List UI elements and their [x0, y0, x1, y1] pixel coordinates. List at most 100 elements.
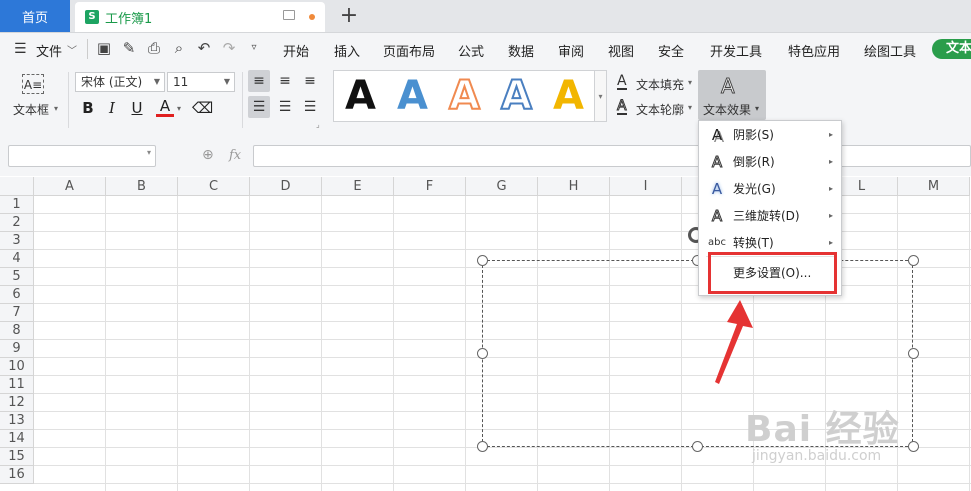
chevron-down-icon[interactable]: ﹀ — [67, 42, 77, 57]
row-header-2[interactable]: 2 — [0, 214, 34, 232]
dialog-launcher-icon[interactable]: ⌟ — [316, 120, 320, 129]
tab-home[interactable]: 首页 — [0, 0, 70, 32]
row-header-16[interactable]: 16 — [0, 466, 34, 484]
row-header-3[interactable]: 3 — [0, 232, 34, 250]
menu-item-glow[interactable]: A 发光(G) ▸ — [698, 175, 842, 202]
undo-icon[interactable]: ↶ — [195, 39, 213, 57]
underline-button[interactable]: U — [128, 99, 146, 117]
textbox-icon[interactable]: A≡ — [22, 74, 44, 94]
column-header-F[interactable]: F — [394, 177, 466, 196]
save-icon[interactable]: ▣ — [95, 39, 113, 57]
row-header-4[interactable]: 4 — [0, 250, 34, 268]
textbox-label[interactable]: 文本框 — [13, 101, 49, 118]
italic-button[interactable]: I — [103, 99, 121, 117]
resize-handle-e[interactable] — [908, 348, 919, 359]
row-header-7[interactable]: 7 — [0, 304, 34, 322]
format-painter-icon[interactable]: ✎ — [120, 39, 138, 57]
bold-button[interactable]: B — [79, 99, 97, 117]
row-header-5[interactable]: 5 — [0, 268, 34, 286]
text-outline-icon[interactable]: A — [617, 99, 627, 115]
align-top-button[interactable]: ≡ — [248, 70, 270, 92]
text-outline-button[interactable]: 文本轮廓 — [636, 101, 684, 118]
row-header-1[interactable]: 1 — [0, 196, 34, 214]
resize-handle-nw[interactable] — [477, 255, 488, 266]
hamburger-icon[interactable]: ☰ — [14, 41, 27, 57]
spreadsheet-icon: S — [85, 10, 99, 24]
resize-handle-w[interactable] — [477, 348, 488, 359]
tab-workbook[interactable]: S 工作簿1 — [75, 2, 325, 32]
menu-data[interactable]: 数据 — [508, 41, 534, 60]
menu-start[interactable]: 开始 — [283, 41, 309, 60]
zoom-search-icon[interactable]: ⊕ — [202, 147, 214, 163]
text-fill-icon[interactable]: A — [617, 74, 627, 90]
menu-security[interactable]: 安全 — [658, 41, 684, 60]
add-tab-button[interactable]: + — [338, 4, 360, 28]
resize-handle-se[interactable] — [908, 441, 919, 452]
print-icon[interactable]: ⎙ — [145, 39, 163, 57]
column-header-D[interactable]: D — [250, 177, 322, 196]
align-right-button[interactable]: ☰ — [299, 96, 321, 118]
row-header-8[interactable]: 8 — [0, 322, 34, 340]
menu-item-reflection[interactable]: A 倒影(R) ▸ — [698, 148, 842, 175]
chevron-down-icon[interactable]: ▾ — [688, 78, 692, 87]
row-header-9[interactable]: 9 — [0, 340, 34, 358]
font-name-select[interactable]: 宋体 (正文) ▼ — [75, 72, 165, 92]
formula-input[interactable] — [253, 145, 971, 167]
align-left-button[interactable]: ☰ — [248, 96, 270, 118]
row-header-15[interactable]: 15 — [0, 448, 34, 466]
gallery-style-orange-outline[interactable]: A — [448, 75, 481, 117]
gallery-style-gold[interactable]: A — [553, 76, 584, 116]
tab-text-tools[interactable]: 文本 — [932, 39, 971, 59]
name-box[interactable]: ▾ — [8, 145, 156, 167]
menu-formula[interactable]: 公式 — [458, 41, 484, 60]
align-middle-button[interactable]: ≡ — [274, 70, 296, 92]
column-header-H[interactable]: H — [538, 177, 610, 196]
row-header-6[interactable]: 6 — [0, 286, 34, 304]
resize-handle-ne[interactable] — [908, 255, 919, 266]
menu-view[interactable]: 视图 — [608, 41, 634, 60]
font-color-dropdown-icon[interactable]: ▾ — [177, 104, 181, 113]
font-size-select[interactable]: 11 ▼ — [167, 72, 235, 92]
menu-features[interactable]: 特色应用 — [788, 41, 840, 60]
text-fill-button[interactable]: 文本填充 — [636, 76, 684, 93]
row-header-14[interactable]: 14 — [0, 430, 34, 448]
gallery-more-button[interactable]: ▾ — [595, 70, 607, 122]
menu-page-layout[interactable]: 页面布局 — [383, 41, 435, 60]
gallery-style-black[interactable]: A — [345, 76, 376, 116]
row-header-12[interactable]: 12 — [0, 394, 34, 412]
row-header-13[interactable]: 13 — [0, 412, 34, 430]
customize-toolbar-icon[interactable]: ▿ — [245, 39, 263, 57]
resize-handle-s[interactable] — [692, 441, 703, 452]
gallery-style-blue[interactable]: A — [397, 76, 428, 116]
font-color-button[interactable]: A — [156, 99, 174, 117]
chevron-down-icon[interactable]: ▾ — [147, 148, 151, 157]
menu-review[interactable]: 审阅 — [558, 41, 584, 60]
menu-drawing-tools[interactable]: 绘图工具 — [864, 41, 916, 60]
select-all-corner[interactable] — [0, 177, 34, 196]
fx-icon[interactable]: fx — [229, 148, 241, 163]
resize-handle-sw[interactable] — [477, 441, 488, 452]
chevron-down-icon[interactable]: ▾ — [688, 103, 692, 112]
row-header-10[interactable]: 10 — [0, 358, 34, 376]
menu-developer[interactable]: 开发工具 — [710, 41, 762, 60]
align-center-button[interactable]: ☰ — [274, 96, 296, 118]
column-header-I[interactable]: I — [610, 177, 682, 196]
monitor-icon[interactable] — [283, 10, 295, 20]
row-header-11[interactable]: 11 — [0, 376, 34, 394]
menu-item-3d-rotation[interactable]: A 三维旋转(D) ▸ — [698, 202, 842, 229]
column-header-C[interactable]: C — [178, 177, 250, 196]
menu-item-shadow[interactable]: A 阴影(S) ▸ — [698, 121, 842, 148]
redo-icon[interactable]: ↷ — [220, 39, 238, 57]
textbox-dropdown-icon[interactable]: ▾ — [54, 104, 58, 113]
eraser-icon[interactable]: ⌫ — [192, 99, 213, 117]
menu-insert[interactable]: 插入 — [334, 41, 360, 60]
menu-file[interactable]: 文件 — [36, 41, 62, 60]
column-header-A[interactable]: A — [34, 177, 106, 196]
align-bottom-button[interactable]: ≡ — [299, 70, 321, 92]
column-header-G[interactable]: G — [466, 177, 538, 196]
column-header-B[interactable]: B — [106, 177, 178, 196]
column-header-E[interactable]: E — [322, 177, 394, 196]
gallery-style-blue-outline[interactable]: A — [500, 75, 533, 117]
print-preview-icon[interactable]: ⌕ — [170, 39, 188, 57]
column-header-M[interactable]: M — [898, 177, 970, 196]
